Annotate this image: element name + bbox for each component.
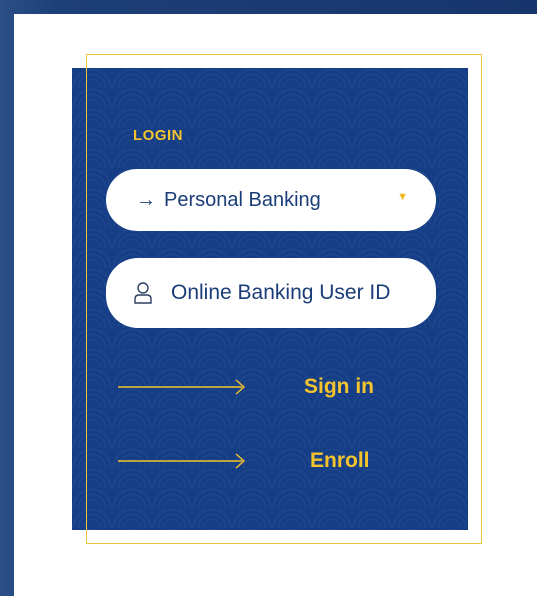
sign-in-label: Sign in	[304, 375, 374, 398]
user-id-field[interactable]: Online Banking User ID	[106, 258, 436, 328]
login-heading: LOGIN	[133, 127, 183, 144]
account-type-value: Personal Banking	[164, 188, 321, 211]
user-icon	[134, 282, 152, 304]
caret-down-icon: ▼	[397, 191, 408, 203]
account-type-select[interactable]: → Personal Banking ▼	[106, 169, 436, 231]
user-id-placeholder: Online Banking User ID	[171, 281, 391, 304]
long-arrow-icon	[118, 379, 246, 395]
enroll-link[interactable]: Enroll	[118, 446, 370, 476]
long-arrow-icon	[118, 453, 246, 469]
enroll-label: Enroll	[310, 449, 370, 472]
sign-in-link[interactable]: Sign in	[118, 372, 374, 402]
right-arrow-icon: →	[136, 188, 156, 211]
